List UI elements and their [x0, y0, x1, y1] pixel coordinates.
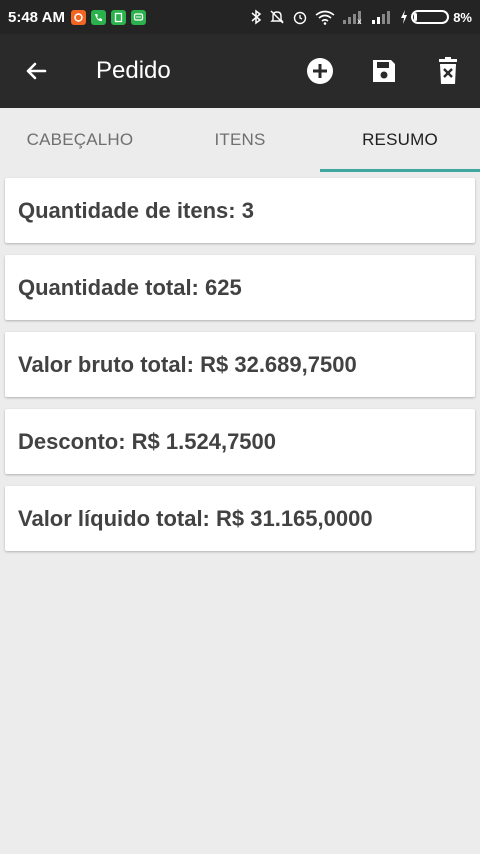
summary-text: Desconto: R$ 1.524,7500 [18, 428, 277, 454]
status-right-group: x 8% [250, 9, 472, 25]
save-icon [373, 60, 395, 82]
summary-text: Quantidade de itens: 3 [18, 197, 254, 223]
tab-cabecalho[interactable]: CABEÇALHO [0, 108, 160, 172]
add-button[interactable] [305, 56, 335, 86]
app-bar: Pedido [0, 34, 480, 108]
notifications-off-icon [270, 10, 284, 24]
save-button[interactable] [369, 56, 399, 86]
delete-icon [439, 57, 457, 84]
battery-level [414, 13, 418, 21]
tab-bar: CABEÇALHO ITENS RESUMO [0, 108, 480, 172]
alarm-icon [294, 11, 307, 25]
summary-card-total-quantity: Quantidade total: 625 [5, 255, 475, 320]
page-title: Pedido [96, 57, 171, 84]
wifi-icon [315, 10, 335, 25]
battery-icon: 8% [400, 10, 472, 25]
signal-2-icon [372, 11, 391, 24]
summary-card-item-count: Quantidade de itens: 3 [5, 178, 475, 243]
summary-list: Quantidade de itens: 3 Quantidade total:… [5, 178, 475, 563]
status-bar: 5:48 AM x 8% [0, 0, 480, 34]
tab-itens[interactable]: ITENS [160, 108, 320, 172]
summary-text: Quantidade total: 625 [18, 274, 242, 300]
summary-text: Valor líquido total: R$ 31.165,0000 [18, 505, 373, 531]
svg-text:x: x [357, 17, 362, 24]
summary-card-discount: Desconto: R$ 1.524,7500 [5, 409, 475, 474]
delete-button[interactable] [433, 56, 463, 86]
battery-percent: 8% [453, 9, 472, 25]
chat-notification-icon [130, 9, 146, 25]
back-button[interactable] [22, 57, 50, 85]
summary-card-net-value: Valor líquido total: R$ 31.165,0000 [5, 486, 475, 551]
summary-card-gross-value: Valor bruto total: R$ 32.689,7500 [5, 332, 475, 397]
bluetooth-icon [251, 9, 262, 25]
tab-resumo[interactable]: RESUMO [320, 108, 480, 172]
phone-notification-icon [90, 9, 106, 25]
signal-1-icon: x [343, 11, 362, 24]
summary-text: Valor bruto total: R$ 32.689,7500 [18, 351, 357, 377]
clipboard-notification-icon [110, 9, 126, 25]
arrow-left-icon [26, 62, 47, 80]
add-icon [307, 58, 333, 84]
app-notification-icon [70, 9, 86, 25]
status-time: 5:48 AM [8, 8, 65, 26]
